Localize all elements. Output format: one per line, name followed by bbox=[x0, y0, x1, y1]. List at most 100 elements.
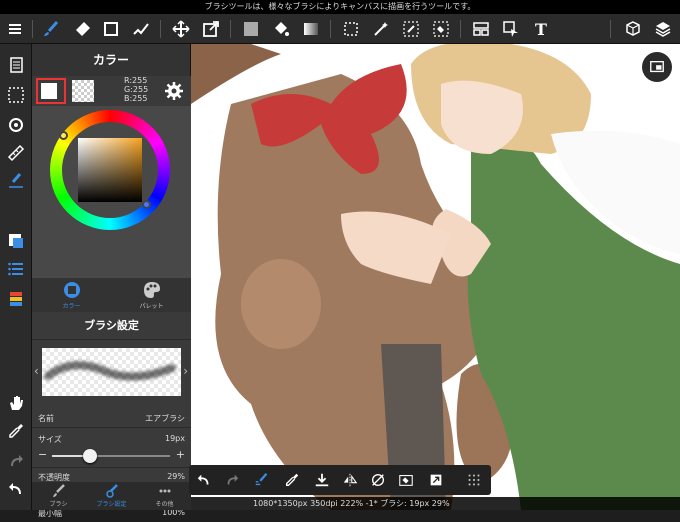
size-slider[interactable] bbox=[52, 449, 170, 463]
vector-brush-icon[interactable] bbox=[128, 16, 154, 42]
frame-divider-icon[interactable] bbox=[468, 16, 494, 42]
menu-icon[interactable] bbox=[2, 16, 28, 42]
color-row: R:255 G:255 B:255 bbox=[32, 76, 191, 106]
color-panel-title: カラー bbox=[32, 44, 190, 76]
size-label: サイズ bbox=[38, 435, 62, 444]
navigator-button[interactable] bbox=[642, 52, 672, 82]
palette-icon bbox=[143, 282, 160, 298]
fill-color-icon[interactable] bbox=[238, 16, 264, 42]
stabilizer-icon[interactable] bbox=[249, 467, 275, 493]
bottom-toolbar bbox=[189, 465, 491, 495]
tab-brush-settings-label: ブラシ設定 bbox=[96, 501, 127, 508]
eyedropper-icon[interactable] bbox=[279, 467, 305, 493]
undo-icon[interactable] bbox=[191, 467, 217, 493]
status-bar: 1080*1350px 350dpi 222% -1* ブラシ: 19px 29… bbox=[191, 497, 680, 510]
size-minus-button[interactable]: − bbox=[38, 448, 47, 461]
brush-settings-title: ブラシ設定 bbox=[32, 312, 191, 340]
ruler-icon[interactable] bbox=[3, 140, 29, 166]
divider bbox=[160, 20, 161, 38]
left-tool-bar bbox=[0, 44, 32, 510]
material-icon[interactable] bbox=[620, 16, 646, 42]
redo-icon[interactable] bbox=[219, 467, 245, 493]
saturation-square[interactable] bbox=[78, 138, 142, 202]
magic-wand-icon[interactable] bbox=[368, 16, 394, 42]
tab-palette-label: パレット bbox=[139, 303, 164, 310]
page-manager-icon[interactable] bbox=[3, 52, 29, 78]
eyedropper-icon[interactable] bbox=[3, 418, 29, 444]
panel-bottom-tabs: ブラシ ブラシ設定 その他 bbox=[32, 482, 191, 510]
rotate-reset-icon[interactable] bbox=[365, 467, 391, 493]
tab-other[interactable]: その他 bbox=[138, 482, 191, 510]
name-label: 名前 bbox=[38, 414, 54, 423]
grid-menu-icon[interactable] bbox=[461, 467, 487, 493]
divider bbox=[330, 20, 331, 38]
brush-list-icon[interactable] bbox=[3, 256, 29, 282]
layers-icon[interactable] bbox=[650, 16, 676, 42]
snap-icon[interactable] bbox=[3, 168, 29, 194]
clear-icon[interactable] bbox=[393, 467, 419, 493]
divider bbox=[32, 20, 33, 38]
bucket-tool-icon[interactable] bbox=[268, 16, 294, 42]
name-value: エアブラシ bbox=[145, 414, 185, 423]
fullscreen-icon[interactable] bbox=[423, 467, 449, 493]
min-width-row: 最小幅 100% bbox=[32, 508, 191, 522]
tab-other-label: その他 bbox=[155, 501, 174, 508]
move-tool-icon[interactable] bbox=[168, 16, 194, 42]
chevron-left-icon[interactable]: ‹ bbox=[34, 364, 39, 378]
color-wheel-area bbox=[32, 106, 191, 278]
more-icon bbox=[159, 489, 170, 493]
hue-handle[interactable] bbox=[59, 131, 68, 140]
tab-color-label: カラー bbox=[62, 303, 81, 310]
brush-tool-icon[interactable] bbox=[38, 16, 64, 42]
divider bbox=[610, 20, 611, 38]
operation-tool-icon[interactable] bbox=[498, 16, 524, 42]
tab-palette[interactable]: パレット bbox=[112, 278, 191, 312]
selection-layer-icon[interactable] bbox=[3, 82, 29, 108]
flip-icon[interactable] bbox=[337, 467, 363, 493]
artwork bbox=[191, 44, 680, 510]
layer-panel-icon[interactable] bbox=[3, 286, 29, 312]
size-plus-button[interactable]: + bbox=[176, 448, 185, 461]
rgb-readout: R:255 G:255 B:255 bbox=[124, 76, 148, 103]
chevron-right-icon[interactable]: › bbox=[183, 364, 188, 378]
rgb-r: R:255 bbox=[124, 76, 148, 85]
gradient-tool-icon[interactable] bbox=[298, 16, 324, 42]
select-eraser-icon[interactable] bbox=[428, 16, 454, 42]
select-pen-icon[interactable] bbox=[398, 16, 424, 42]
select-tool-icon[interactable] bbox=[338, 16, 364, 42]
tab-color[interactable]: カラー bbox=[32, 278, 111, 312]
tab-brush-settings[interactable]: ブラシ設定 bbox=[85, 482, 138, 510]
shape-tool-icon[interactable] bbox=[98, 16, 124, 42]
color-tab-icon bbox=[63, 282, 80, 298]
brush-preview bbox=[42, 348, 181, 396]
tooltip-bar: ブラシツールは、様々なブラシによりキャンバスに描画を行うツールです。 bbox=[0, 0, 680, 14]
color-handle[interactable] bbox=[142, 200, 151, 209]
download-icon[interactable] bbox=[309, 467, 335, 493]
color-panel-icon[interactable] bbox=[3, 228, 29, 254]
size-row: サイズ 19px − + bbox=[32, 432, 191, 468]
tab-brush[interactable]: ブラシ bbox=[32, 482, 85, 510]
text-tool-icon[interactable]: T bbox=[528, 16, 554, 42]
divider bbox=[230, 20, 231, 38]
size-value: 19px bbox=[165, 434, 185, 443]
gear-icon[interactable] bbox=[164, 81, 184, 101]
brush-icon bbox=[52, 484, 65, 497]
rgb-b: B:255 bbox=[124, 94, 148, 103]
primary-color-swatch[interactable] bbox=[36, 78, 66, 104]
hand-tool-icon[interactable] bbox=[3, 390, 29, 416]
drawing-canvas[interactable] bbox=[191, 44, 680, 510]
rotate-canvas-icon[interactable] bbox=[3, 112, 29, 138]
eraser-tool-icon[interactable] bbox=[70, 16, 96, 42]
tab-brush-label: ブラシ bbox=[49, 501, 68, 508]
brush-settings-icon bbox=[105, 484, 118, 498]
brush-name-row[interactable]: 名前 エアブラシ bbox=[32, 408, 191, 428]
transform-tool-icon[interactable] bbox=[198, 16, 224, 42]
top-toolbar: T bbox=[0, 14, 680, 44]
transparent-color-swatch[interactable] bbox=[72, 80, 94, 102]
redo-icon[interactable] bbox=[3, 448, 29, 474]
size-slider-knob[interactable] bbox=[82, 449, 97, 463]
navigator-icon bbox=[650, 61, 664, 73]
opacity-value: 29% bbox=[167, 472, 185, 481]
undo-icon[interactable] bbox=[3, 476, 29, 502]
hue-ring[interactable] bbox=[50, 110, 170, 230]
